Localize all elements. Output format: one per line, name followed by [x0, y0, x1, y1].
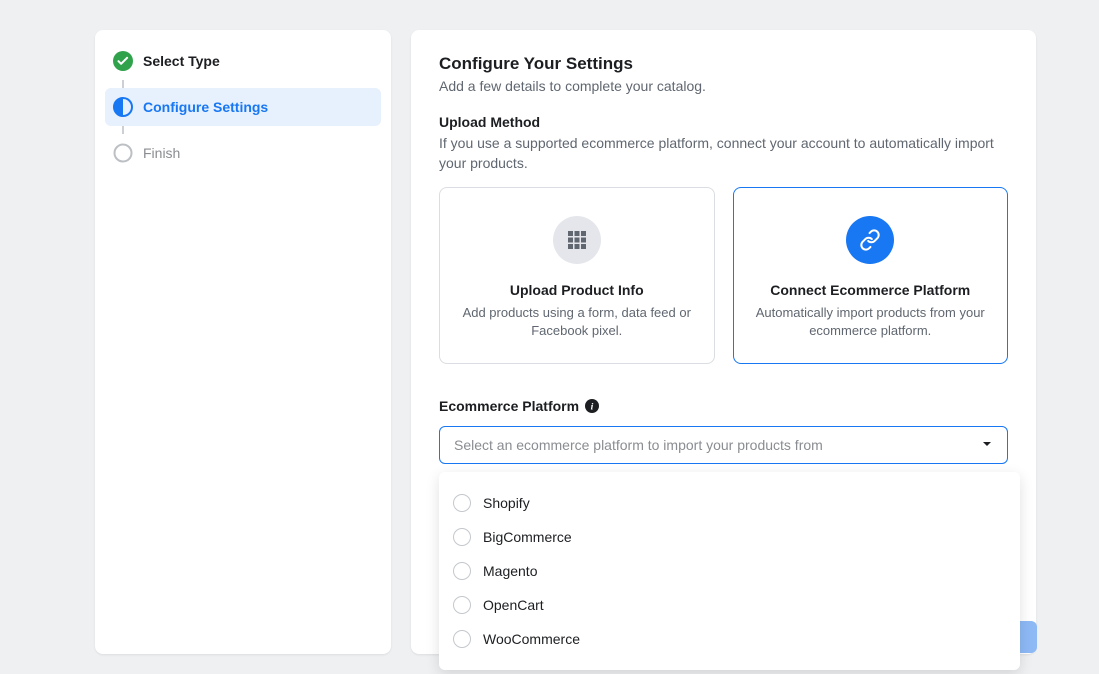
step-finish[interactable]: Finish — [105, 134, 381, 172]
ecommerce-platform-dropdown: Shopify BigCommerce Magento OpenCart Woo… — [439, 472, 1020, 670]
link-icon — [846, 216, 894, 264]
ecommerce-platform-label: Ecommerce Platform — [439, 398, 579, 414]
step-select-type[interactable]: Select Type — [105, 42, 381, 80]
step-configure-settings[interactable]: Configure Settings — [105, 88, 381, 126]
radio-icon — [453, 528, 471, 546]
info-icon[interactable]: i — [585, 399, 599, 416]
option-label: WooCommerce — [483, 631, 580, 647]
step-label: Configure Settings — [143, 99, 268, 115]
option-label: Magento — [483, 563, 537, 579]
card-title: Connect Ecommerce Platform — [750, 282, 992, 298]
option-magento[interactable]: Magento — [439, 554, 1020, 588]
half-circle-icon — [113, 97, 133, 117]
upload-method-desc: If you use a supported ecommerce platfor… — [439, 134, 1008, 173]
page-title: Configure Your Settings — [439, 54, 1008, 74]
card-upload-product-info[interactable]: Upload Product Info Add products using a… — [439, 187, 715, 363]
option-label: Shopify — [483, 495, 530, 511]
card-desc: Add products using a form, data feed or … — [456, 304, 698, 340]
upload-method-label: Upload Method — [439, 114, 1008, 130]
card-desc: Automatically import products from your … — [750, 304, 992, 340]
radio-icon — [453, 562, 471, 580]
option-bigcommerce[interactable]: BigCommerce — [439, 520, 1020, 554]
wizard-sidebar: Select Type Configure Settings Finish — [95, 30, 391, 654]
step-label: Finish — [143, 145, 180, 161]
option-woocommerce[interactable]: WooCommerce — [439, 622, 1020, 656]
option-shopify[interactable]: Shopify — [439, 486, 1020, 520]
main-panel: Configure Your Settings Add a few detail… — [411, 30, 1036, 654]
card-title: Upload Product Info — [456, 282, 698, 298]
radio-icon — [453, 630, 471, 648]
step-connector — [122, 80, 124, 88]
svg-text:i: i — [591, 402, 594, 413]
step-connector — [122, 126, 124, 134]
page-subtitle: Add a few details to complete your catal… — [439, 78, 1008, 94]
caret-down-icon — [981, 437, 993, 453]
grid-icon — [553, 216, 601, 264]
card-connect-ecommerce[interactable]: Connect Ecommerce Platform Automatically… — [733, 187, 1009, 363]
empty-circle-icon — [113, 143, 133, 163]
ecommerce-platform-select[interactable]: Select an ecommerce platform to import y… — [439, 426, 1008, 464]
radio-icon — [453, 596, 471, 614]
step-label: Select Type — [143, 53, 220, 69]
radio-icon — [453, 494, 471, 512]
option-label: BigCommerce — [483, 529, 572, 545]
select-placeholder: Select an ecommerce platform to import y… — [454, 437, 823, 453]
option-label: OpenCart — [483, 597, 544, 613]
check-circle-icon — [113, 51, 133, 71]
option-opencart[interactable]: OpenCart — [439, 588, 1020, 622]
